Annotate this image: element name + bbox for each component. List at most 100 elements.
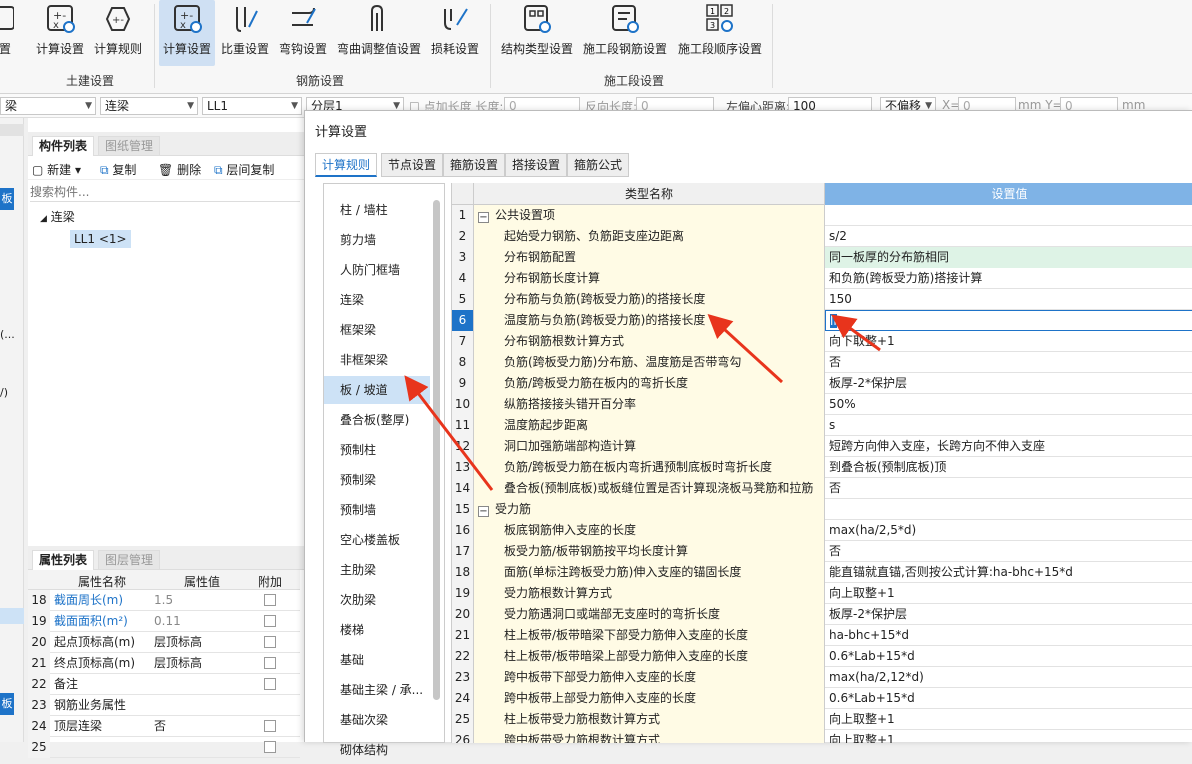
property-value[interactable] — [154, 674, 254, 695]
row-value[interactable]: 到叠合板(预制底板)顶 — [825, 457, 1192, 478]
property-row[interactable]: 21 终点顶标高(m) 层顶标高 — [28, 653, 300, 674]
property-value[interactable]: 1.5 — [154, 590, 254, 611]
row-value[interactable]: 0.6*Lab+15*d — [825, 646, 1192, 667]
category-item[interactable]: 预制墙 — [324, 496, 430, 524]
row-value[interactable]: ha-bhc+15*d — [825, 625, 1192, 646]
grid-row[interactable]: 21 柱上板带/板带暗梁下部受力筋伸入支座的长度 ha-bhc+15*d — [452, 625, 1192, 646]
property-value[interactable]: 层顶标高 — [154, 653, 254, 674]
row-value[interactable]: 150 — [825, 289, 1192, 310]
category-item[interactable]: 板 / 坡道 — [324, 376, 430, 404]
row-value[interactable]: 向下取整+1 — [825, 331, 1192, 352]
row-value[interactable]: 同一板厚的分布筋相同 — [825, 247, 1192, 268]
rebar-calc-settings-button[interactable]: +- x 计算设置 — [159, 0, 215, 66]
attach-checkbox[interactable] — [264, 678, 276, 690]
property-value[interactable]: 否 — [154, 716, 254, 737]
grid-row[interactable]: 16 板底钢筋伸入支座的长度 max(ha/2,5*d) — [452, 520, 1192, 541]
row-value[interactable]: ll — [825, 310, 1192, 331]
property-value[interactable] — [154, 695, 254, 716]
category-item[interactable]: 基础 — [324, 646, 430, 674]
row-value[interactable] — [825, 205, 1192, 226]
property-value[interactable]: 层顶标高 — [154, 632, 254, 653]
strip-blue-tab[interactable]: 板 — [0, 188, 14, 210]
row-value[interactable]: 短跨方向伸入支座，长跨方向不伸入支座 — [825, 436, 1192, 457]
structure-type-button[interactable]: 结构类型设置 — [498, 0, 576, 66]
grid-row[interactable]: 1− 公共设置项 — [452, 205, 1192, 226]
grid-row[interactable]: 19 受力筋根数计算方式 向上取整+1 — [452, 583, 1192, 604]
property-row[interactable]: 18 截面周长(m) 1.5 — [28, 590, 300, 611]
grid-row[interactable]: 15− 受力筋 — [452, 499, 1192, 520]
row-value[interactable]: 否 — [825, 541, 1192, 562]
property-value[interactable]: 0.11 — [154, 611, 254, 632]
property-row[interactable]: 19 截面面积(m²) 0.11 — [28, 611, 300, 632]
category-item[interactable]: 砌体结构 — [324, 736, 430, 764]
delete-button[interactable]: 🗑 删除 — [158, 161, 201, 178]
category-item[interactable]: 预制梁 — [324, 466, 430, 494]
hook-settings-button[interactable]: 弯钩设置 — [277, 0, 329, 66]
floor-copy-button[interactable]: ⧉ 层间复制 — [214, 161, 274, 178]
grid-row[interactable]: 18 面筋(单标注跨板受力筋)伸入支座的锚固长度 能直锚就直锚,否则按公式计算:ha… — [452, 562, 1192, 583]
grid-row[interactable]: 12 洞口加强筋端部构造计算 短跨方向伸入支座，长跨方向不伸入支座 — [452, 436, 1192, 457]
row-value[interactable]: 向上取整+1 — [825, 583, 1192, 604]
attach-checkbox[interactable] — [264, 741, 276, 753]
grid-row[interactable]: 22 柱上板带/板带暗梁上部受力筋伸入支座的长度 0.6*Lab+15*d — [452, 646, 1192, 667]
tab-calc-rules[interactable]: 计算规则 — [315, 153, 378, 177]
row-value[interactable]: s/2 — [825, 226, 1192, 247]
row-value[interactable]: 0.6*Lab+15*d — [825, 688, 1192, 709]
grid-row[interactable]: 20 受力筋遇洞口或端部无支座时的弯折长度 板厚-2*保护层 — [452, 604, 1192, 625]
category-item[interactable]: 人防门框墙 — [324, 256, 430, 284]
attach-checkbox[interactable] — [264, 636, 276, 648]
category-item[interactable]: 基础主梁 / 承... — [324, 676, 430, 704]
component-search-input[interactable] — [30, 182, 300, 202]
tab-lap-settings[interactable]: 搭接设置 — [505, 153, 568, 177]
tab-node-settings[interactable]: 节点设置 — [381, 153, 444, 177]
property-row[interactable]: 22 备注 — [28, 674, 300, 695]
row-value[interactable]: max(ha/2,12*d) — [825, 667, 1192, 688]
grid-row[interactable]: 26 跨中板带受力筋根数计算方式 向上取整+1 — [452, 730, 1192, 743]
component-select[interactable]: LL1 ▼ — [202, 97, 302, 115]
type-select[interactable]: 连梁 ▼ — [100, 97, 198, 115]
row-value[interactable]: 向上取整+1 — [825, 730, 1192, 743]
grid-row[interactable]: 23 跨中板带下部受力筋伸入支座的长度 max(ha/2,12*d) — [452, 667, 1192, 688]
category-item[interactable]: 空心楼盖板 — [324, 526, 430, 554]
property-row[interactable]: 23 钢筋业务属性 — [28, 695, 300, 716]
loss-settings-button[interactable]: 损耗设置 — [428, 0, 482, 66]
attach-checkbox[interactable] — [264, 594, 276, 606]
property-row[interactable]: 20 起点顶标高(m) 层顶标高 — [28, 632, 300, 653]
row-value[interactable]: 向上取整+1 — [825, 709, 1192, 730]
grid-row[interactable]: 25 柱上板带受力筋根数计算方式 向上取整+1 — [452, 709, 1192, 730]
row-value[interactable]: 否 — [825, 352, 1192, 373]
grid-row[interactable]: 5 分布筋与负筋(跨板受力筋)的搭接长度 150 — [452, 289, 1192, 310]
category-item[interactable]: 次肋梁 — [324, 586, 430, 614]
property-value[interactable] — [154, 737, 254, 758]
civil-calc-rules-button[interactable]: +- 计算规则 — [92, 0, 144, 66]
grid-row[interactable]: 11 温度筋起步距离 s — [452, 415, 1192, 436]
row-value[interactable]: s — [825, 415, 1192, 436]
row-value[interactable]: 否 — [825, 478, 1192, 499]
new-button[interactable]: ▢ 新建 ▾ — [32, 161, 81, 178]
category-item[interactable]: 基础次梁 — [324, 706, 430, 734]
collapse-icon[interactable]: − — [478, 212, 489, 223]
category-item[interactable]: 楼梯 — [324, 616, 430, 644]
category-select[interactable]: 梁 ▼ — [0, 97, 96, 115]
grid-row[interactable]: 2 起始受力钢筋、负筋距支座边距离 s/2 — [452, 226, 1192, 247]
segment-rebar-button[interactable]: 施工段钢筋设置 — [582, 0, 668, 66]
row-value[interactable] — [825, 499, 1192, 520]
grid-row[interactable]: 4 分布钢筋长度计算 和负筋(跨板受力筋)搭接计算 — [452, 268, 1192, 289]
property-row[interactable]: 25 — [28, 737, 300, 758]
category-item[interactable]: 非框架梁 — [324, 346, 430, 374]
category-item[interactable]: 预制柱 — [324, 436, 430, 464]
tab-property-list[interactable]: 属性列表 — [32, 550, 95, 570]
grid-row[interactable]: 3 分布钢筋配置 同一板厚的分布筋相同 — [452, 247, 1192, 268]
row-value[interactable]: 板厚-2*保护层 — [825, 604, 1192, 625]
tab-layer-manage[interactable]: 图层管理 — [98, 550, 161, 570]
attach-checkbox[interactable] — [264, 720, 276, 732]
grid-row[interactable]: 24 跨中板带上部受力筋伸入支座的长度 0.6*Lab+15*d — [452, 688, 1192, 709]
row-value[interactable]: max(ha/2,5*d) — [825, 520, 1192, 541]
segment-order-button[interactable]: 123 施工段顺序设置 — [675, 0, 765, 66]
grid-row[interactable]: 9 负筋/跨板受力筋在板内的弯折长度 板厚-2*保护层 — [452, 373, 1192, 394]
category-item[interactable]: 叠合板(整厚) — [324, 406, 430, 434]
category-item[interactable]: 剪力墙 — [324, 226, 430, 254]
category-item[interactable]: 柱 / 墙柱 — [324, 196, 430, 224]
ribbon-cut-button[interactable]: 置 — [0, 0, 14, 66]
tab-stirrup-formula[interactable]: 箍筋公式 — [567, 153, 630, 177]
